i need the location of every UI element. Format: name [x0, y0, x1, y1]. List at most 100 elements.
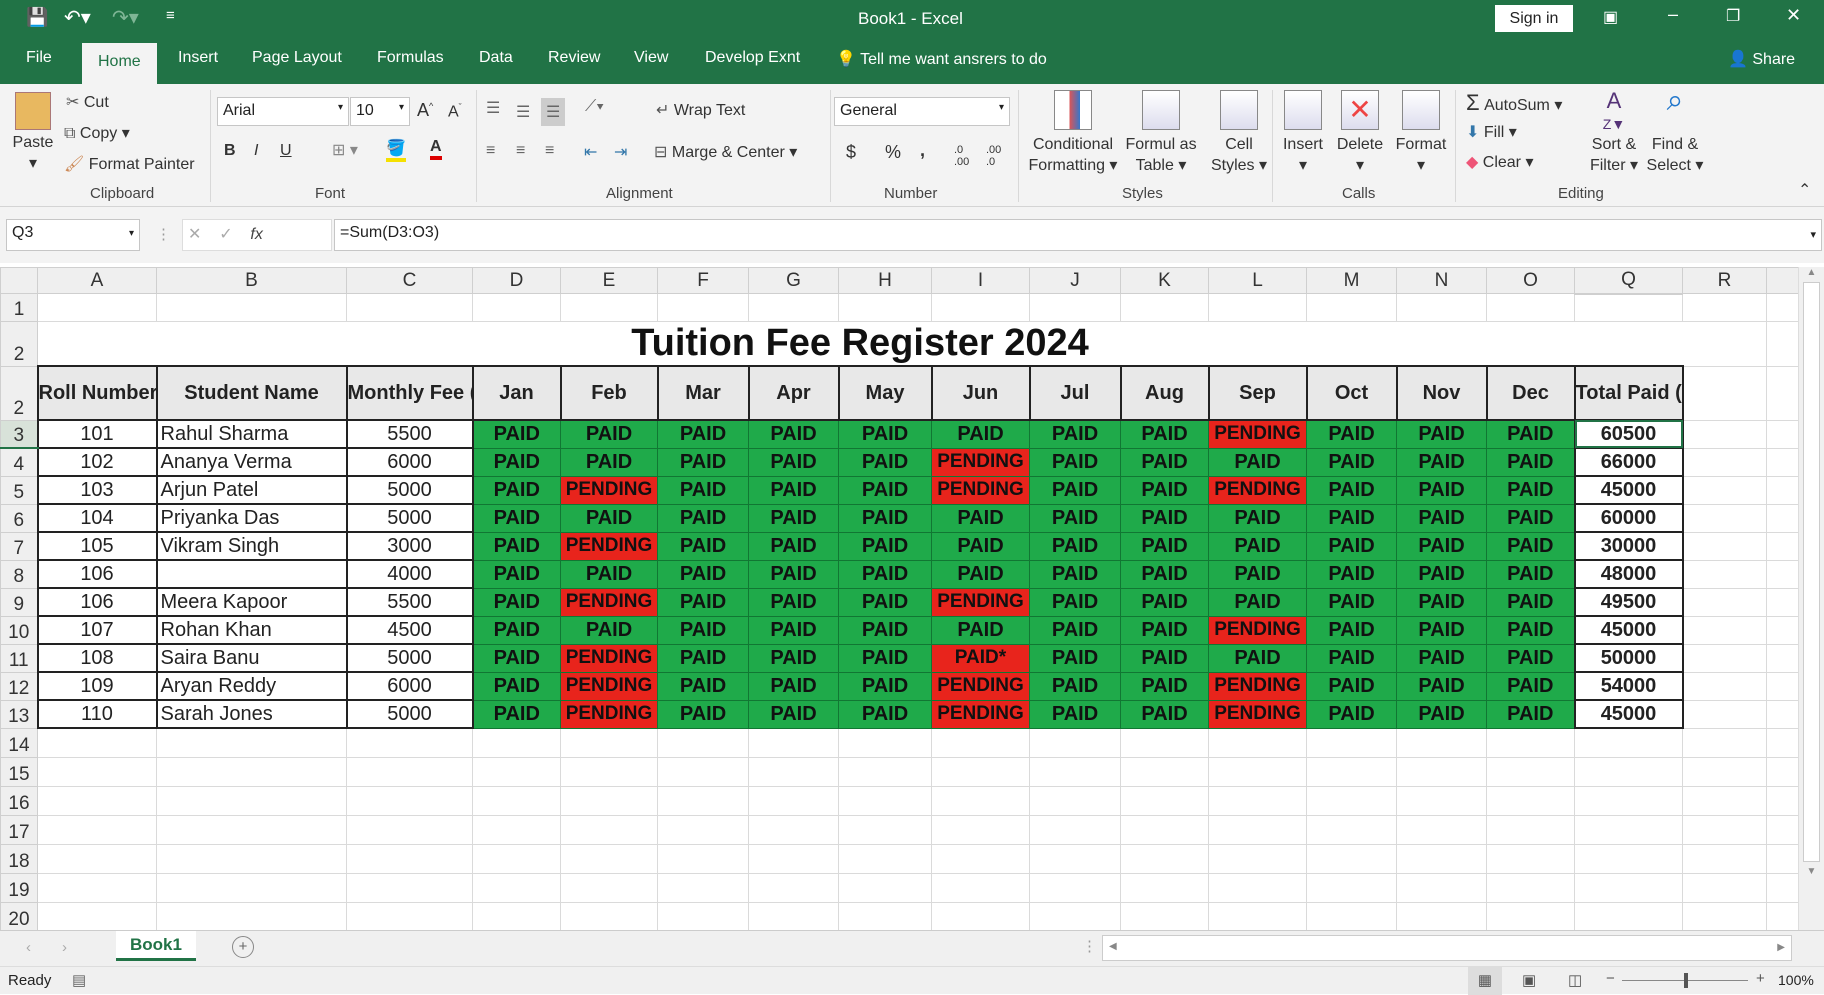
total-paid-cell[interactable]: 45000 — [1573, 615, 1684, 645]
student-name-cell[interactable]: Priyanka Das — [155, 503, 348, 533]
cell[interactable] — [1029, 843, 1121, 874]
status-cell-paid[interactable]: PAID — [748, 699, 839, 729]
column-header[interactable]: I — [931, 267, 1030, 294]
status-cell-paid[interactable]: PAID — [472, 615, 561, 645]
status-cell-pending[interactable]: PENDING — [560, 475, 658, 505]
copy-button[interactable]: ⧉ Copy ▾ — [64, 123, 130, 143]
sign-in-button[interactable]: Sign in — [1495, 5, 1573, 32]
cell[interactable] — [1120, 293, 1209, 322]
add-sheet-icon[interactable]: + — [232, 936, 254, 958]
cell[interactable] — [1396, 901, 1487, 932]
cell[interactable] — [1208, 293, 1307, 322]
column-heading-cell[interactable]: Aug — [1119, 365, 1210, 421]
function-icon[interactable]: fx — [250, 226, 262, 243]
status-cell-paid[interactable]: PAID — [657, 643, 749, 673]
vertical-scrollbar[interactable]: ▲ ▼ — [1798, 267, 1824, 930]
cell[interactable] — [1396, 872, 1487, 903]
cell[interactable] — [1486, 901, 1575, 932]
status-cell-pending[interactable]: PENDING — [560, 587, 658, 617]
cell[interactable] — [1486, 843, 1575, 874]
cell[interactable] — [560, 293, 658, 322]
cell[interactable] — [1029, 293, 1121, 322]
cell[interactable] — [1682, 419, 1767, 449]
cell[interactable] — [931, 814, 1030, 845]
status-cell-paid[interactable]: PAID — [1396, 447, 1487, 477]
cell[interactable] — [1682, 727, 1767, 758]
status-cell-paid[interactable]: PAID — [931, 615, 1030, 645]
cell[interactable] — [931, 727, 1030, 758]
roll-number-cell[interactable]: 106 — [36, 587, 158, 617]
status-cell-paid[interactable]: PAID — [748, 671, 839, 701]
collapse-ribbon-icon[interactable]: ⌃ — [1798, 180, 1811, 200]
cell[interactable] — [1396, 293, 1487, 322]
row-header[interactable]: 2 — [0, 365, 38, 421]
restore-icon[interactable]: ❐ — [1726, 6, 1740, 26]
status-cell-paid[interactable]: PAID — [838, 643, 932, 673]
column-header[interactable]: E — [560, 267, 658, 294]
column-header[interactable]: G — [748, 267, 839, 294]
cell[interactable] — [657, 843, 749, 874]
close-icon[interactable]: ✕ — [1786, 5, 1801, 26]
sort-filter-button[interactable]: A Z▼ Sort & Filter ▾ — [1586, 90, 1642, 176]
total-paid-cell[interactable]: 50000 — [1573, 643, 1684, 673]
font-color-icon[interactable]: A — [430, 138, 442, 160]
monthly-fee-cell[interactable]: 4500 — [345, 615, 474, 645]
cell[interactable] — [1306, 814, 1397, 845]
column-heading-cell[interactable]: Apr — [747, 365, 840, 421]
sheet-title[interactable]: Tuition Fee Register 2024 — [38, 322, 1683, 367]
status-cell-paid[interactable]: PAID — [1396, 531, 1487, 561]
cancel-icon[interactable]: ✕ — [188, 226, 201, 243]
student-name-cell[interactable]: Meera Kapoor — [155, 587, 348, 617]
cell[interactable] — [1682, 447, 1767, 477]
cell[interactable] — [1766, 503, 1799, 533]
page-break-view-icon[interactable]: ◫ — [1568, 971, 1582, 989]
cell[interactable] — [1682, 293, 1767, 322]
status-cell-paid[interactable]: PAID — [472, 643, 561, 673]
cell[interactable] — [1396, 785, 1487, 816]
student-name-cell[interactable]: Sarah Jones — [155, 699, 348, 729]
status-cell-paid[interactable]: PAID — [1306, 699, 1397, 729]
row-header[interactable]: 18 — [0, 843, 38, 874]
cell[interactable] — [1766, 671, 1799, 701]
row-header[interactable]: 16 — [0, 785, 38, 816]
cell[interactable] — [156, 814, 347, 845]
column-header[interactable]: B — [156, 267, 347, 294]
status-cell-paid[interactable]: PAID — [657, 531, 749, 561]
total-paid-cell[interactable]: 30000 — [1573, 531, 1684, 561]
cell[interactable] — [1486, 785, 1575, 816]
cell[interactable] — [838, 814, 932, 845]
row-header[interactable]: 5 — [0, 475, 38, 505]
cell[interactable] — [657, 756, 749, 787]
bold-button[interactable]: B — [224, 142, 236, 160]
status-cell-paid[interactable]: PAID — [1396, 475, 1487, 505]
enter-icon[interactable]: ✓ — [219, 226, 232, 243]
monthly-fee-cell[interactable]: 5000 — [345, 503, 474, 533]
status-cell-paid[interactable]: PAID — [1208, 447, 1307, 477]
cell[interactable] — [748, 756, 839, 787]
cell[interactable] — [1120, 814, 1209, 845]
tab-review[interactable]: Review — [548, 49, 600, 67]
cell[interactable] — [1396, 727, 1487, 758]
column-header[interactable] — [1766, 267, 1799, 294]
cell[interactable] — [1766, 447, 1799, 477]
cell[interactable] — [1486, 814, 1575, 845]
cell[interactable] — [931, 901, 1030, 932]
row-header[interactable]: 8 — [0, 559, 38, 589]
cell[interactable] — [1208, 785, 1307, 816]
undo-icon[interactable]: ↶▾ — [64, 5, 91, 30]
status-cell-paid[interactable]: PAID — [748, 615, 839, 645]
status-cell-paid[interactable]: PAID — [1486, 559, 1575, 589]
cell[interactable] — [1682, 615, 1767, 645]
status-cell-pending[interactable]: PENDING — [1208, 671, 1307, 701]
status-cell-paid[interactable]: PAID — [931, 503, 1030, 533]
status-cell-paid[interactable]: PAID — [657, 447, 749, 477]
save-icon[interactable]: 💾 — [26, 7, 48, 28]
cell[interactable] — [1682, 559, 1767, 589]
status-cell-paid[interactable]: PAID — [748, 503, 839, 533]
fill-button[interactable]: ⬇ Fill ▾ — [1466, 122, 1517, 142]
total-paid-cell[interactable]: 48000 — [1573, 559, 1684, 589]
splitter-icon[interactable]: ⋮ — [1082, 937, 1097, 955]
status-cell-paid[interactable]: PAID — [1029, 447, 1121, 477]
student-name-cell[interactable]: Rohan Khan — [155, 615, 348, 645]
status-cell-paid[interactable]: PAID — [1120, 475, 1209, 505]
